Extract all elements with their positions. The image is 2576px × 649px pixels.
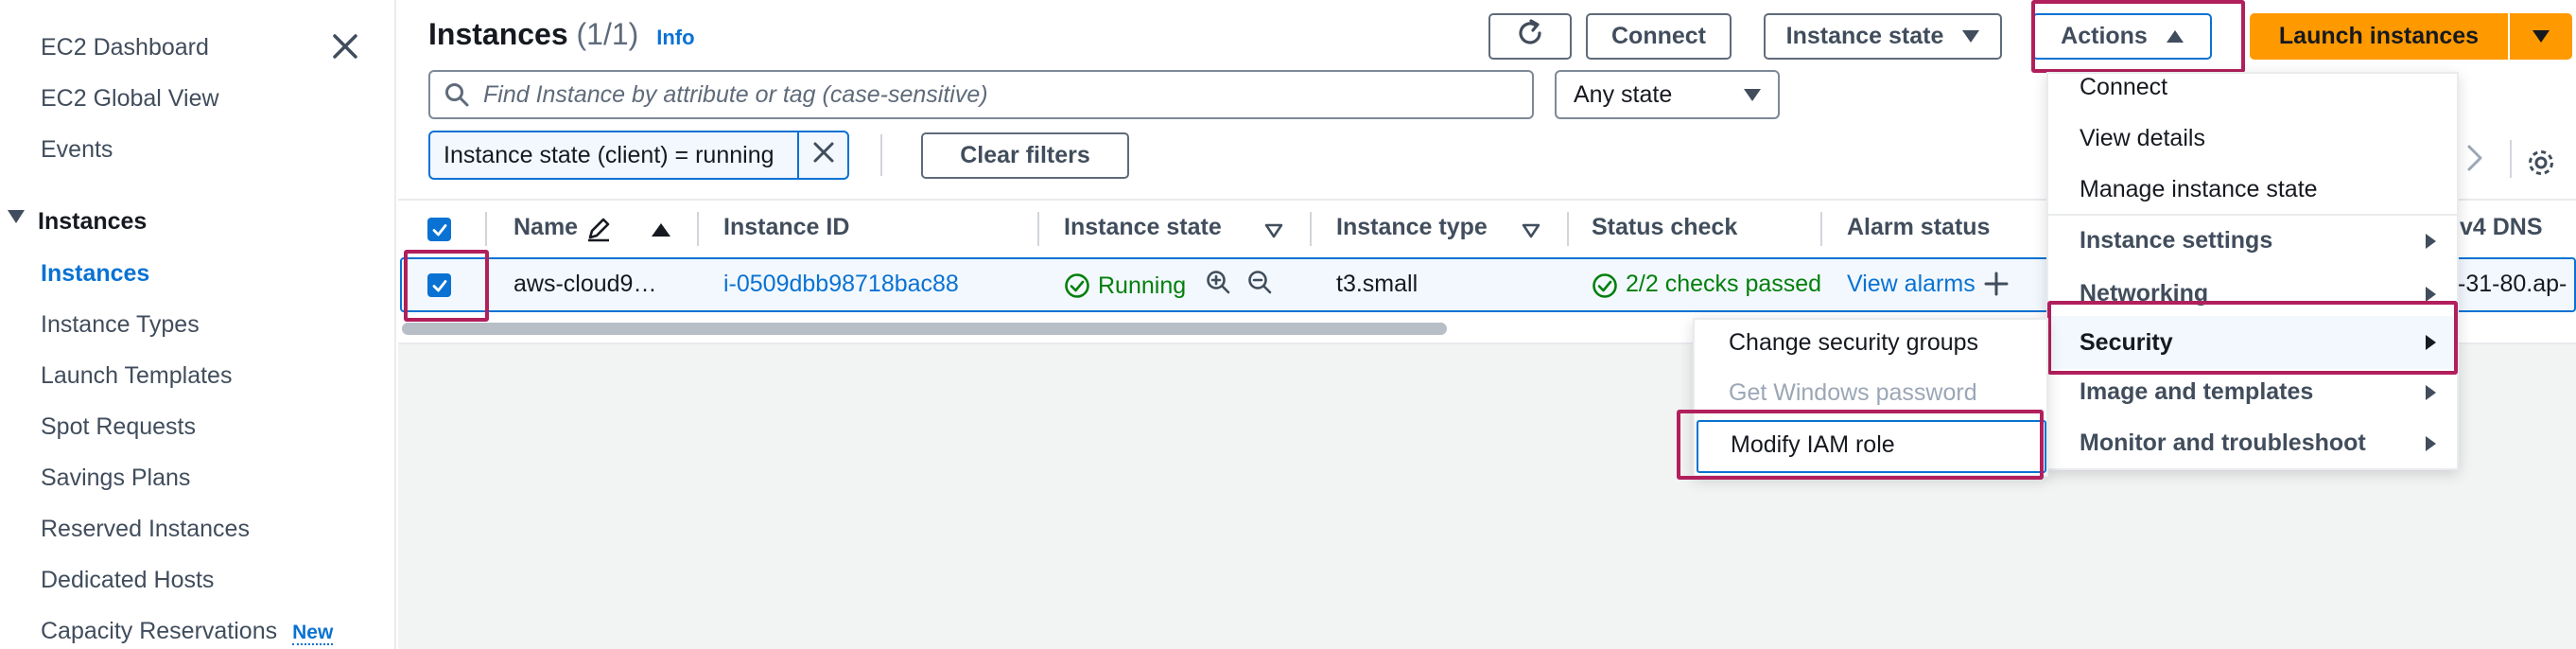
sidebar-item-dedicated-hosts[interactable]: Dedicated Hosts [41, 567, 214, 594]
success-icon [1592, 272, 1618, 304]
chevron-right-icon [2426, 234, 2436, 249]
launch-instances-button[interactable]: Launch instances [2250, 13, 2508, 60]
sidebar-item-label: Capacity Reservations [41, 618, 278, 644]
column-separator [697, 212, 699, 246]
horizontal-scrollbar[interactable] [402, 323, 1447, 335]
sidebar-item-instances[interactable]: Instances [41, 260, 149, 288]
filter-caret-icon[interactable] [1264, 223, 1283, 243]
cell-ipv4-dns: -31-80.ap- [2458, 271, 2567, 297]
instance-state-button[interactable]: Instance state [1764, 13, 2002, 60]
filter-caret-icon[interactable] [1522, 223, 1540, 243]
sidebar-item-savings-plans[interactable]: Savings Plans [41, 465, 190, 492]
chevron-right-icon [2426, 436, 2436, 451]
menu-item-label: Monitor and troubleshoot [2080, 430, 2366, 456]
chevron-right-icon [2426, 287, 2436, 302]
close-icon[interactable] [331, 32, 359, 65]
highlight-row-checkbox [404, 250, 489, 322]
actions-menu: Connect View details Manage instance sta… [2046, 72, 2459, 470]
search-icon [444, 81, 470, 108]
menu-item-connect[interactable]: Connect [2080, 74, 2167, 101]
column-ipv4-dns[interactable]: v4 DNS [2460, 214, 2543, 241]
refresh-button[interactable] [1488, 13, 1572, 60]
highlight-actions-button [2031, 0, 2245, 73]
column-instance-type[interactable]: Instance type [1336, 214, 1488, 241]
cell-name: aws-cloud9… [513, 271, 657, 297]
divider [2510, 140, 2512, 178]
column-alarm-status[interactable]: Alarm status [1847, 214, 1990, 241]
caret-down-icon [2532, 30, 2550, 43]
select-all-checkbox[interactable] [427, 218, 451, 241]
sidebar-item-ec2-dashboard[interactable]: EC2 Dashboard [41, 34, 209, 61]
menu-item-image-and-templates[interactable]: Image and templates [2048, 369, 2457, 420]
sidebar-item-capacity-reservations[interactable]: Capacity Reservations New [41, 618, 334, 645]
clear-filters-button[interactable]: Clear filters [921, 132, 1129, 179]
new-badge: New [292, 622, 334, 645]
search-placeholder: Find Instance by attribute or tag (case-… [483, 80, 988, 108]
menu-item-label: Image and templates [2080, 378, 2314, 405]
remove-filter-button[interactable] [797, 131, 849, 180]
column-instance-state[interactable]: Instance state [1064, 214, 1222, 241]
sort-ascending-icon[interactable] [652, 223, 670, 237]
connect-button[interactable]: Connect [1586, 13, 1732, 60]
edit-icon[interactable] [585, 216, 612, 247]
plus-icon[interactable] [1983, 271, 2010, 302]
launch-instances-dropdown[interactable] [2510, 13, 2572, 60]
highlight-security-item [2047, 301, 2458, 375]
submenu-item-get-windows-password: Get Windows password [1729, 379, 1977, 406]
instance-state-label: Instance state [1785, 23, 1944, 49]
sidebar-item-ec2-global-view[interactable]: EC2 Global View [41, 85, 219, 113]
submenu-item-change-security-groups[interactable]: Change security groups [1729, 329, 1978, 357]
sidebar-item-reserved-instances[interactable]: Reserved Instances [41, 516, 250, 543]
page-title: Instances (1/1) Info [428, 17, 695, 52]
collapse-caret-icon[interactable] [8, 210, 25, 223]
sidebar-item-instance-types[interactable]: Instance Types [41, 311, 200, 339]
sidebar-item-spot-requests[interactable]: Spot Requests [41, 413, 196, 441]
sidebar-section-instances[interactable]: Instances [38, 208, 147, 236]
next-page-icon[interactable] [2465, 144, 2484, 177]
filter-token: Instance state (client) = running [428, 131, 799, 180]
column-separator [1037, 212, 1039, 246]
state-select[interactable]: Any state [1555, 70, 1780, 119]
instance-id-link[interactable]: i-0509dbb98718bac88 [723, 271, 959, 298]
column-separator [1310, 212, 1312, 246]
state-running: Running [1098, 272, 1187, 299]
info-link[interactable]: Info [656, 26, 694, 49]
sidebar: EC2 Dashboard EC2 Global View Events Ins… [0, 0, 396, 649]
column-separator [1820, 212, 1822, 246]
search-input[interactable]: Find Instance by attribute or tag (case-… [428, 70, 1534, 119]
zoom-in-icon[interactable] [1205, 269, 1231, 300]
cell-instance-type: t3.small [1336, 271, 1419, 297]
menu-item-label: Instance settings [2080, 227, 2273, 254]
state-select-value: Any state [1574, 80, 1673, 108]
divider [880, 134, 882, 176]
view-alarms-link[interactable]: View alarms [1847, 271, 1976, 298]
column-status-check[interactable]: Status check [1592, 214, 1737, 241]
sidebar-item-events[interactable]: Events [41, 136, 113, 164]
chevron-right-icon [2426, 385, 2436, 400]
page-title-text: Instances [428, 17, 568, 51]
dismiss-icon [811, 140, 836, 171]
column-instance-id[interactable]: Instance ID [723, 214, 849, 241]
highlight-modify-iam-role [1677, 410, 2044, 480]
caret-down-icon [1744, 88, 1761, 101]
refresh-icon [1514, 17, 1546, 56]
success-icon [1064, 272, 1090, 304]
zoom-out-icon[interactable] [1246, 269, 1273, 300]
sidebar-item-launch-templates[interactable]: Launch Templates [41, 362, 232, 390]
instance-count: (1/1) [576, 17, 639, 51]
menu-item-monitor-and-troubleshoot[interactable]: Monitor and troubleshoot [2048, 420, 2457, 471]
menu-item-manage-instance-state[interactable]: Manage instance state [2080, 176, 2318, 203]
caret-down-icon [1962, 30, 1980, 43]
settings-gear-icon[interactable] [2525, 147, 2557, 184]
menu-item-instance-settings[interactable]: Instance settings [2048, 216, 2457, 267]
column-name[interactable]: Name [513, 214, 578, 241]
column-separator [1567, 212, 1569, 246]
menu-item-view-details[interactable]: View details [2080, 125, 2205, 152]
cell-status-check: 2/2 checks passed [1626, 271, 1822, 297]
column-separator [485, 212, 487, 246]
